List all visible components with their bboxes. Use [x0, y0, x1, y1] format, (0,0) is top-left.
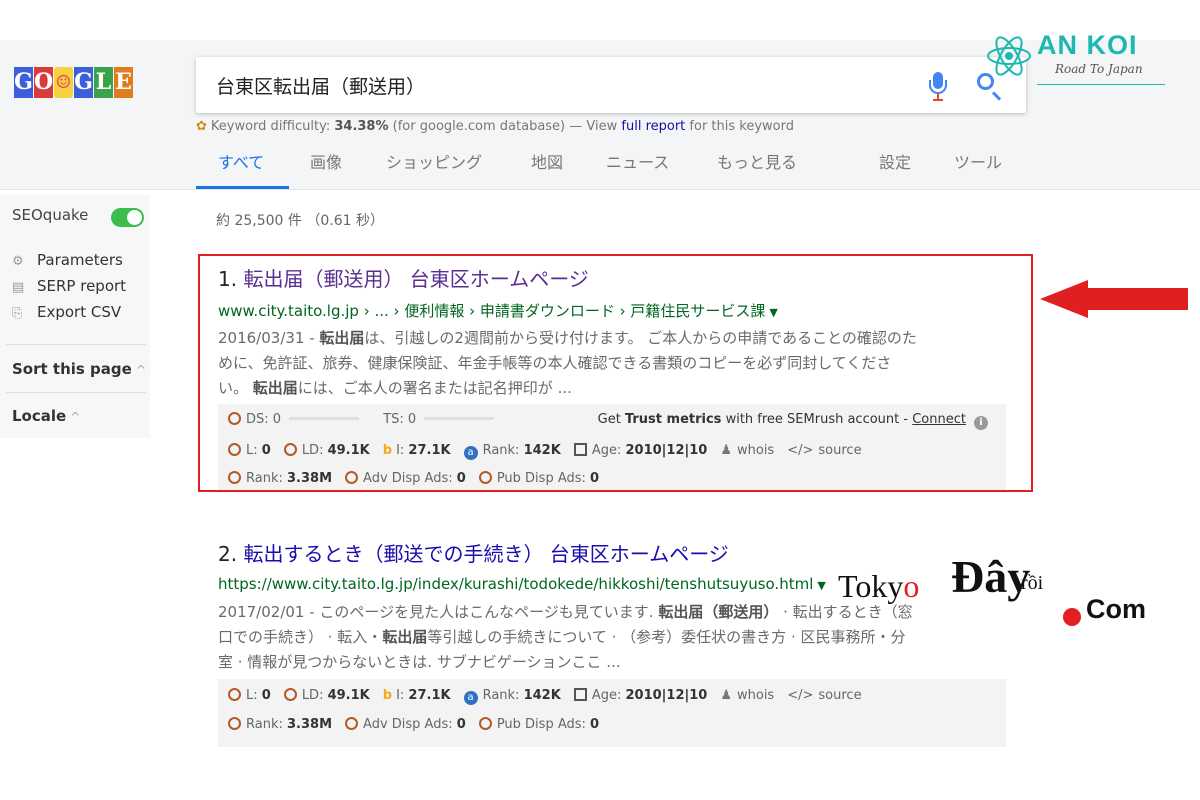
metric-rank[interactable]: a Rank: 142K: [463, 688, 561, 705]
tab-news[interactable]: ニュース: [606, 149, 669, 173]
snippet-line: 室 · 情報が見つからないときは. サブナビゲーションここ ...: [218, 653, 621, 671]
metric-whois[interactable]: ♟ whois: [720, 688, 774, 703]
brand-tagline: Road To Japan: [1055, 62, 1143, 76]
keyword-difficulty-value: 34.38%: [334, 119, 389, 134]
red-arrow-icon: [1040, 280, 1188, 318]
logo-letter: G: [14, 67, 33, 98]
bing-icon: b: [382, 688, 393, 703]
metric-adv-disp-ads[interactable]: Adv Disp Ads: 0: [345, 717, 466, 732]
highlight-box: [198, 254, 1033, 492]
result-date: 2017/02/01 -: [218, 603, 320, 621]
sort-this-page[interactable]: Sort this page ^: [12, 360, 146, 378]
alexa-icon: a: [463, 691, 478, 705]
gear-icon: ⚙: [12, 254, 24, 269]
logo-letter: G: [74, 67, 93, 98]
metric-ld[interactable]: LD: 49.1K: [283, 688, 370, 703]
seoquake-sprout-icon: ✿: [196, 119, 207, 134]
tab-more[interactable]: もっと見る: [717, 149, 797, 173]
tab-shopping[interactable]: ショッピング: [386, 149, 482, 173]
logo-letter: E: [114, 67, 133, 98]
search-box[interactable]: [196, 57, 1026, 113]
report-icon: ▤: [12, 280, 25, 295]
brand-divider: [1037, 84, 1165, 85]
tokyo-day-roi-watermark: Tokyo Đây rồi Com: [838, 551, 1146, 626]
metric-i[interactable]: b I: 27.1K: [383, 688, 451, 703]
semrush-icon: [228, 717, 241, 730]
calendar-icon: [573, 688, 587, 701]
result-title-link[interactable]: 転出するとき（郵送での手続き） 台東区ホームページ: [243, 542, 728, 566]
seoquake-toggle[interactable]: [111, 208, 144, 227]
result-title: 2. 転出するとき（郵送での手続き） 台東区ホームページ: [218, 542, 729, 566]
logo-letter: ☺: [54, 67, 73, 98]
tab-tools[interactable]: ツール: [954, 149, 1002, 173]
result-stats: 約 25,500 件 （0.61 秒）: [216, 213, 384, 229]
seoquake-metrics: L: 0 LD: 49.1K b I: 27.1K a Rank: 142K Age: 20…: [218, 679, 1006, 747]
tab-all[interactable]: すべて: [218, 149, 264, 173]
sidebar-item-parameters[interactable]: ⚙ Parameters: [12, 251, 123, 269]
chevron-up-icon: ^: [135, 363, 146, 377]
semrush-icon: [283, 688, 297, 701]
caret-down-icon[interactable]: ▼: [817, 579, 825, 592]
semrush-icon: [228, 688, 241, 701]
semrush-icon: [345, 717, 359, 730]
sidebar-divider: [6, 344, 146, 345]
tab-images[interactable]: 画像: [310, 149, 342, 173]
atom-logo-icon: [987, 36, 1031, 76]
export-icon: ⎘: [12, 306, 23, 321]
semrush-icon: [478, 717, 492, 730]
result-url[interactable]: https://www.city.taito.lg.jp/index/kuras…: [218, 575, 826, 593]
metric-age[interactable]: Age: 2010|12|10: [573, 688, 707, 703]
metric-source[interactable]: </> source: [787, 688, 861, 703]
brand-name: AN KOI: [1037, 30, 1138, 60]
code-icon: </>: [787, 688, 814, 703]
logo-letter: O: [34, 67, 53, 98]
person-icon: ♟: [720, 688, 732, 703]
sidebar-item-export-csv[interactable]: ⎘ Export CSV: [12, 303, 121, 321]
tab-maps[interactable]: 地図: [531, 149, 563, 173]
metric-semrush-rank[interactable]: Rank: 3.38M: [228, 717, 332, 732]
seoquake-label: SEOquake: [12, 206, 89, 224]
sidebar-divider: [6, 392, 146, 393]
chevron-up-icon: ^: [70, 410, 81, 424]
keyword-difficulty: ✿ Keyword difficulty: 34.38% (for google.…: [196, 119, 794, 134]
metric-l[interactable]: L: 0: [228, 688, 271, 703]
mic-icon[interactable]: [928, 72, 948, 104]
full-report-link[interactable]: full report: [621, 119, 685, 134]
sidebar-item-serp-report[interactable]: ▤ SERP report: [12, 277, 126, 295]
tab-settings[interactable]: 設定: [879, 149, 911, 173]
google-logo[interactable]: G O ☺ G L E: [14, 67, 133, 98]
logo-letter: L: [94, 67, 113, 98]
search-input[interactable]: [216, 71, 896, 99]
metric-pub-disp-ads[interactable]: Pub Disp Ads: 0: [478, 717, 599, 732]
red-dot-icon: [1063, 608, 1081, 626]
an-koi-brand: AN KOI Road To Japan: [985, 24, 1175, 94]
active-tab-indicator: [196, 186, 289, 189]
locale[interactable]: Locale ^: [12, 407, 80, 425]
